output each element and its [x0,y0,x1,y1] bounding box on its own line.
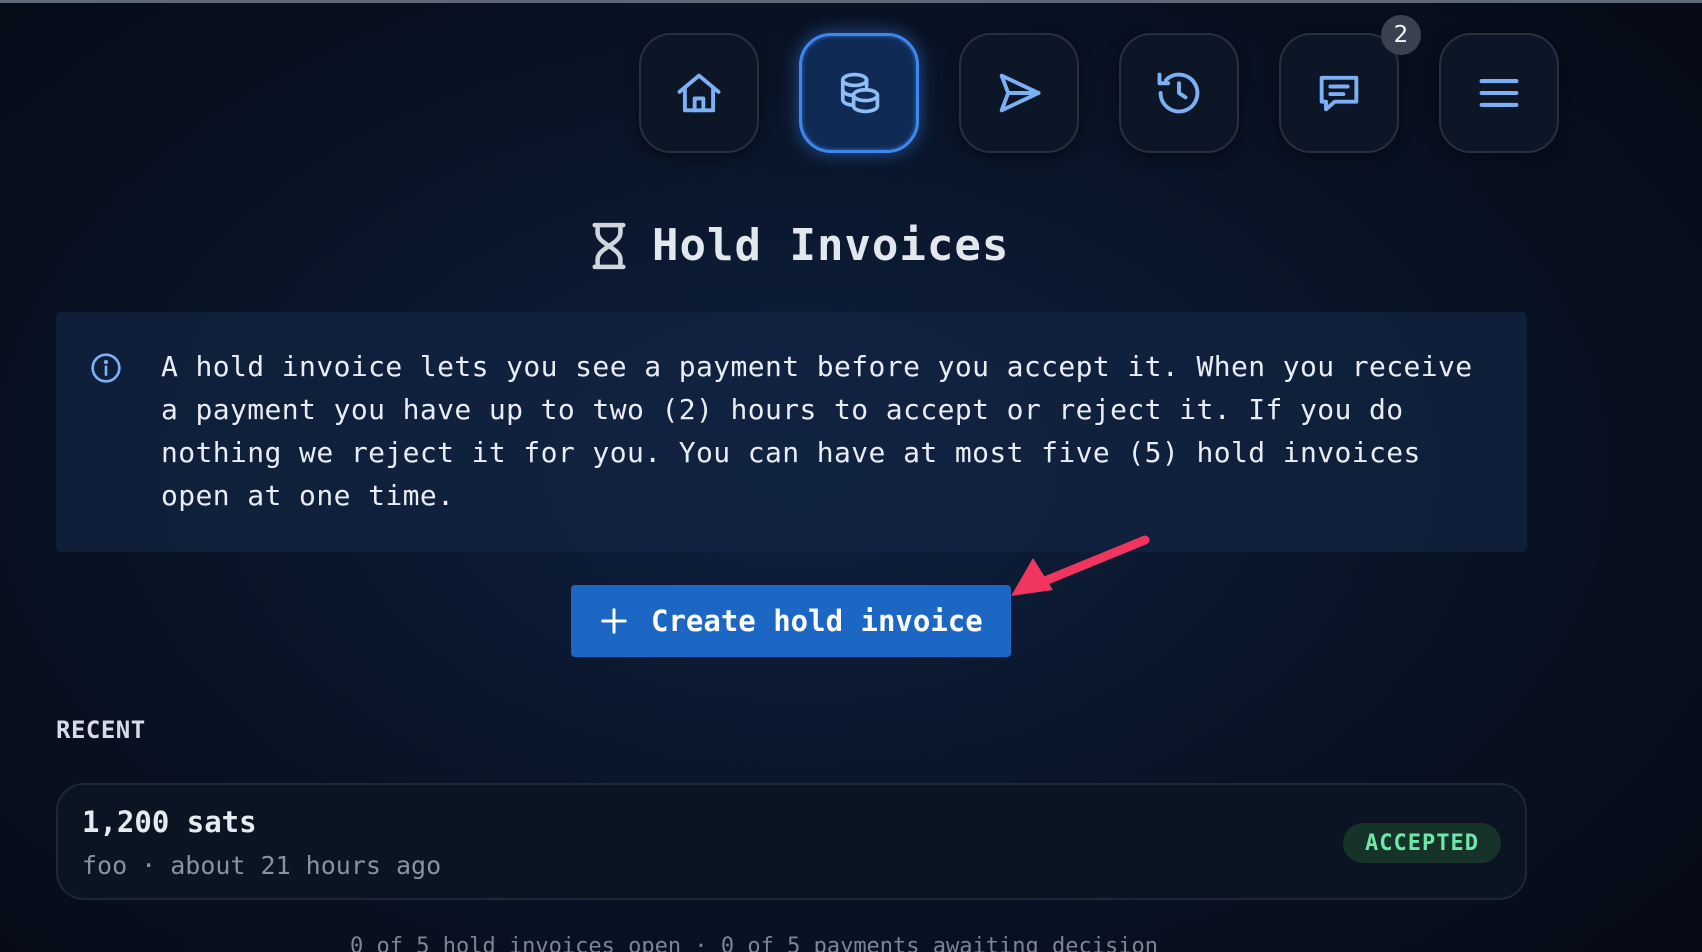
create-hold-invoice-button[interactable]: Create hold invoice [571,585,1011,657]
invoice-time: about 21 hours ago [170,851,442,880]
menu-icon [1479,79,1519,107]
coins-icon [840,72,880,114]
info-icon [91,353,121,383]
page-title: Hold Invoices [652,220,1010,271]
create-button-label: Create hold invoice [651,604,983,638]
nav-hold-invoices-button[interactable] [799,33,919,153]
home-icon [677,73,721,113]
top-nav: 2 [639,15,1559,153]
nav-send-button[interactable] [959,33,1079,153]
nav-messages-button[interactable]: 2 [1279,15,1421,153]
invoice-list-item[interactable]: 1,200 sats foo · about 21 hours ago ACCE… [56,783,1527,900]
notification-badge: 2 [1381,15,1421,55]
info-text: A hold invoice lets you see a payment be… [161,350,1473,512]
recent-section-label: RECENT [56,716,146,744]
message-icon [1319,75,1359,112]
invoice-amount: 1,200 sats [82,805,257,839]
status-badge: ACCEPTED [1343,823,1501,863]
plus-icon [601,608,627,634]
annotation-arrow-icon [1011,535,1150,596]
invoice-meta: foo · about 21 hours ago [82,851,441,880]
send-icon [999,73,1041,113]
footer-summary: 0 of 5 hold invoices open · 0 of 5 payme… [350,934,1158,952]
history-icon [1157,72,1200,114]
top-divider [0,0,1702,3]
nav-menu-button[interactable] [1439,33,1559,153]
info-callout: A hold invoice lets you see a payment be… [56,312,1527,552]
hourglass-icon [592,222,626,269]
invoice-description: foo [82,851,128,880]
meta-separator: · [141,851,157,880]
page-header: Hold Invoices [590,220,1009,271]
nav-home-button[interactable] [639,33,759,153]
nav-history-button[interactable] [1119,33,1239,153]
